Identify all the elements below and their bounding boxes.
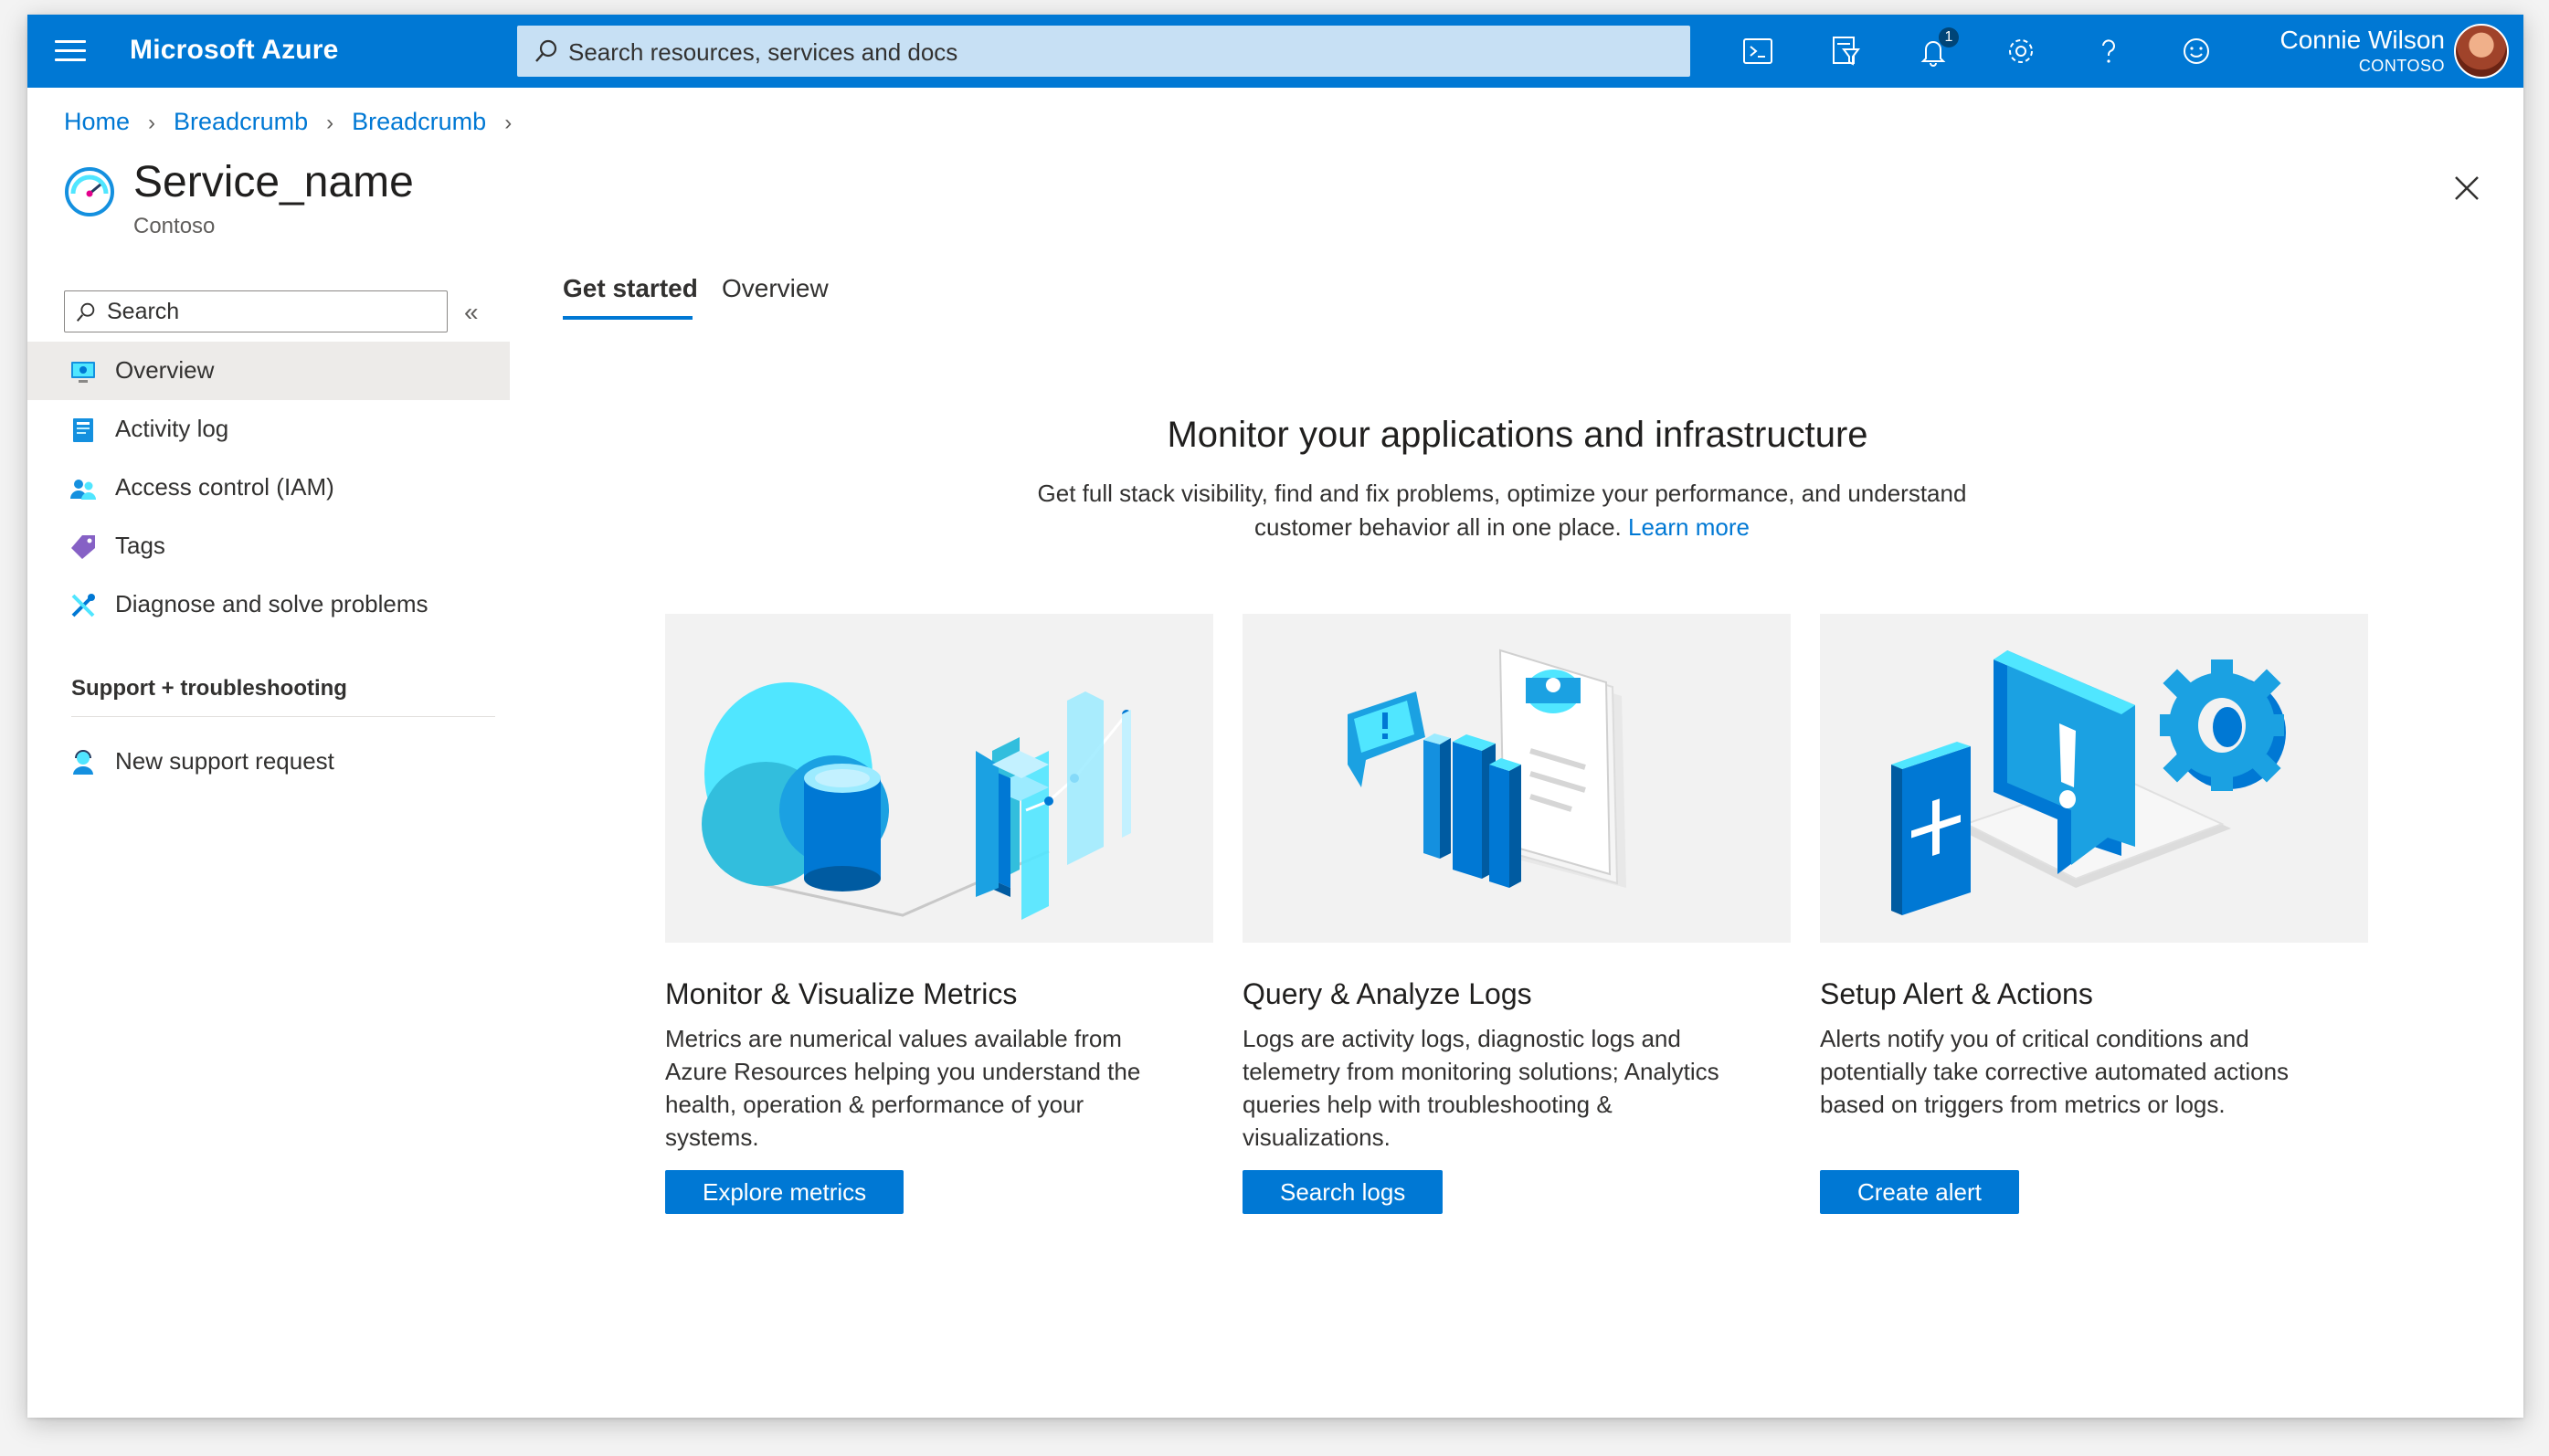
card-title: Query & Analyze Logs xyxy=(1243,977,1532,1010)
hamburger-menu-icon[interactable] xyxy=(55,40,86,62)
monitor-gauge-icon xyxy=(65,167,114,216)
sidebar-item-new-support-request[interactable]: New support request xyxy=(27,733,510,791)
card-logs: Query & Analyze Logs Logs are activity l… xyxy=(1243,614,1791,1214)
sidebar-item-label: Diagnose and solve problems xyxy=(115,590,428,617)
card-description: Metrics are numerical values available f… xyxy=(665,1025,1141,1151)
sidebar-section-heading: Support + troubleshooting xyxy=(71,676,347,701)
top-bar: Microsoft Azure Search resources, servic… xyxy=(27,15,2523,88)
sidebar-item-label: New support request xyxy=(115,747,334,775)
card-description: Alerts notify you of critical conditions… xyxy=(1820,1025,2290,1118)
hero-description: Get full stack visibility, find and fix … xyxy=(1037,480,1967,541)
overview-monitor-icon xyxy=(71,362,95,383)
tab-get-started[interactable]: Get started xyxy=(563,274,698,303)
learn-more-link[interactable]: Learn more xyxy=(1628,513,1750,541)
explore-metrics-button[interactable]: Explore metrics xyxy=(665,1170,904,1214)
sidebar-item-overview[interactable]: Overview xyxy=(27,342,510,400)
card-title: Monitor & Visualize Metrics xyxy=(665,977,1018,1010)
sidebar-item-label: Access control (IAM) xyxy=(115,473,334,501)
breadcrumb-item[interactable]: Breadcrumb xyxy=(174,108,308,135)
tab-overview[interactable]: Overview xyxy=(722,274,829,303)
sidebar-item-diagnose[interactable]: Diagnose and solve problems xyxy=(27,575,510,634)
user-org: CONTOSO xyxy=(2358,57,2445,75)
hero-heading: Monitor your applications and infrastruc… xyxy=(561,415,2474,456)
card-description: Logs are activity logs, diagnostic logs … xyxy=(1243,1025,1719,1151)
alerts-illustration xyxy=(1820,614,2368,943)
sidebar-item-label: Tags xyxy=(115,532,165,559)
sidebar-item-label: Activity log xyxy=(115,415,229,442)
notifications-badge: 1 xyxy=(1939,27,1959,47)
directory-filter-icon[interactable] xyxy=(1827,33,1864,69)
global-search-input[interactable]: Search resources, services and docs xyxy=(517,26,1690,77)
global-search-placeholder: Search resources, services and docs xyxy=(568,38,958,66)
chevron-right-icon: › xyxy=(504,111,513,135)
brand-title[interactable]: Microsoft Azure xyxy=(130,35,339,66)
chevron-right-icon: › xyxy=(326,111,334,135)
azure-portal-window: Microsoft Azure Search resources, servic… xyxy=(27,15,2523,1418)
wrench-icon xyxy=(71,594,95,617)
support-person-icon xyxy=(73,750,93,775)
breadcrumb-home[interactable]: Home xyxy=(64,108,130,135)
page-title: Service_name xyxy=(133,158,414,206)
user-account[interactable]: Connie Wilson CONTOSO xyxy=(2279,26,2445,76)
gear-icon[interactable] xyxy=(2003,33,2039,69)
sidebar-item-access-control[interactable]: Access control (IAM) xyxy=(27,459,510,517)
activity-log-icon xyxy=(73,418,93,442)
sidebar-item-tags[interactable]: Tags xyxy=(27,517,510,575)
card-title: Setup Alert & Actions xyxy=(1820,977,2093,1010)
chevron-right-icon: › xyxy=(148,111,156,135)
avatar[interactable] xyxy=(2454,24,2509,79)
search-logs-button[interactable]: Search logs xyxy=(1243,1170,1444,1214)
metrics-illustration xyxy=(665,614,1213,943)
logs-illustration xyxy=(1243,614,1791,943)
divider xyxy=(71,716,495,717)
user-name: Connie Wilson xyxy=(2279,26,2445,54)
cloud-shell-icon[interactable] xyxy=(1740,33,1776,69)
tag-icon xyxy=(71,535,95,559)
help-icon[interactable] xyxy=(2090,33,2127,69)
close-icon[interactable] xyxy=(2449,170,2485,206)
search-icon xyxy=(535,39,557,62)
hero-description-block: Get full stack visibility, find and fix … xyxy=(1018,477,1986,544)
sidebar-search-input[interactable]: Search xyxy=(64,290,448,332)
sidebar-item-label: Overview xyxy=(115,356,215,384)
sidebar-search-placeholder: Search xyxy=(107,299,180,324)
sidebar-item-activity-log[interactable]: Activity log xyxy=(27,400,510,459)
breadcrumb-item[interactable]: Breadcrumb xyxy=(352,108,486,135)
collapse-sidebar-icon[interactable]: « xyxy=(464,298,479,327)
page-subtitle: Contoso xyxy=(133,214,216,238)
card-alerts: Setup Alert & Actions Alerts notify you … xyxy=(1820,614,2368,1214)
active-tab-indicator xyxy=(563,316,693,320)
hero-title: Monitor your applications and infrastruc… xyxy=(1167,415,1868,455)
feedback-smiley-icon[interactable] xyxy=(2178,33,2215,69)
breadcrumb: Home › Breadcrumb › Breadcrumb › xyxy=(64,108,530,136)
search-icon xyxy=(76,302,95,322)
people-icon xyxy=(70,480,96,500)
card-metrics: Monitor & Visualize Metrics Metrics are … xyxy=(665,614,1213,1214)
create-alert-button[interactable]: Create alert xyxy=(1820,1170,2019,1214)
bell-icon[interactable]: 1 xyxy=(1915,27,1959,69)
